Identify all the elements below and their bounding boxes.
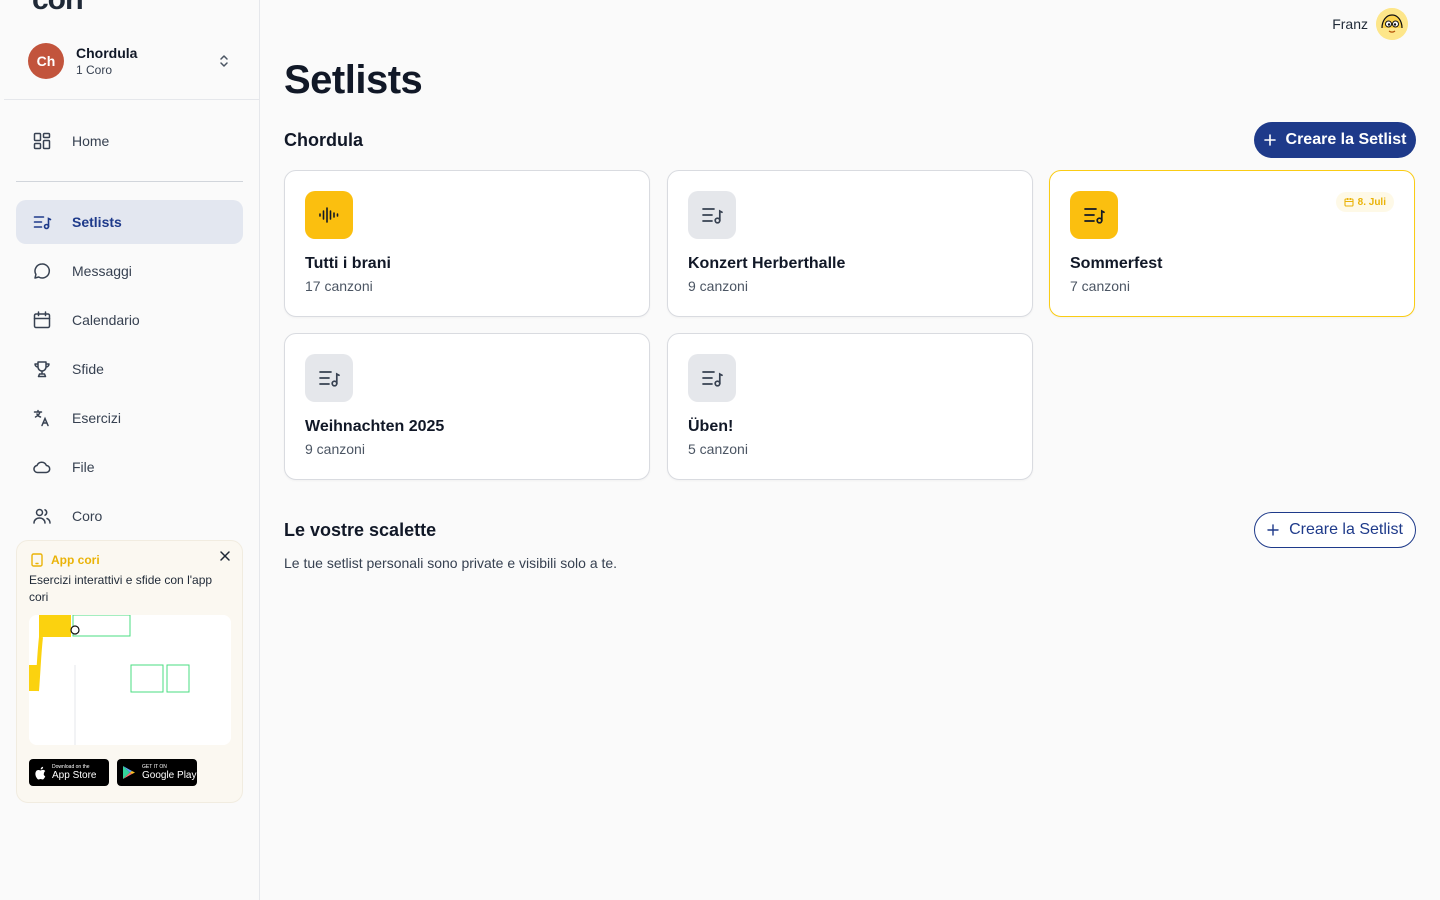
users-icon	[32, 506, 52, 526]
setlist-name: Tutti i brani	[305, 255, 391, 272]
apple-icon	[35, 766, 46, 779]
app-logo[interactable]: cori	[32, 0, 83, 10]
setlist-icon	[1070, 191, 1118, 239]
app-promo-card: App cori Esercizi interattivi e sfide co…	[16, 540, 243, 803]
choir-section-title: Chordula	[284, 130, 363, 150]
sidebar-item-esercizi[interactable]: Esercizi	[16, 396, 243, 440]
sidebar-item-label: File	[72, 459, 95, 475]
plus-icon	[1263, 134, 1276, 146]
setlist-count: 17 canzoni	[305, 278, 373, 294]
org-name: Chordula	[76, 44, 138, 61]
sidebar-item-label: Coro	[72, 508, 103, 524]
exercise-icon	[32, 408, 52, 428]
grid-icon	[32, 131, 52, 151]
sidebar: cori Ch Chordula 1 Coro Home Setlists Me…	[0, 0, 260, 900]
chat-icon	[32, 261, 52, 281]
create-personal-setlist-label: Creare la Setlist	[1289, 521, 1403, 538]
waveform-icon	[305, 191, 353, 239]
sidebar-item-label: Messaggi	[72, 263, 132, 279]
sidebar-item-label: Esercizi	[72, 410, 122, 426]
setlist-icon	[305, 354, 353, 402]
setlist-icon	[688, 191, 736, 239]
setlist-icon	[688, 354, 736, 402]
org-subtitle: 1 Coro	[76, 62, 113, 77]
date-badge: 8. Juli	[1335, 192, 1394, 212]
sidebar-item-coro[interactable]: Coro	[16, 494, 243, 538]
sidebar-item-file[interactable]: File	[16, 445, 243, 489]
create-setlist-label: Creare la Setlist	[1285, 131, 1407, 148]
personal-section-description: Le tue setlist personali sono private e …	[284, 555, 618, 571]
trophy-icon	[32, 359, 52, 379]
setlist-name: Weihnachten 2025	[305, 418, 445, 435]
plus-icon	[1267, 524, 1279, 536]
sidebar-item-setlists[interactable]: Setlists	[16, 200, 243, 244]
calendar-icon	[32, 310, 52, 330]
sidebar-item-label: Calendario	[72, 312, 140, 328]
setlist-card-sommerfest[interactable]: 8. Juli Sommerfest 7 canzoni	[1049, 170, 1415, 317]
cloud-icon	[32, 457, 52, 477]
app-store-button[interactable]: Download on the App Store	[29, 759, 109, 786]
sidebar-item-home[interactable]: Home	[16, 119, 243, 163]
google-play-button[interactable]: GET IT ON Google Play	[117, 759, 197, 786]
phone-icon	[31, 553, 43, 567]
chevron-up-down-icon	[220, 55, 228, 67]
setlist-name: Üben!	[688, 418, 734, 435]
user-menu[interactable]: Franz	[1332, 8, 1408, 40]
date-badge-label: 8. Juli	[1357, 196, 1386, 208]
divider	[16, 181, 243, 182]
sidebar-item-label: Home	[72, 133, 110, 149]
create-personal-setlist-button[interactable]: Creare la Setlist	[1254, 512, 1416, 548]
setlist-name: Konzert Herberthalle	[688, 255, 846, 272]
app-store-big-text: App Store	[52, 770, 97, 781]
org-avatar: Ch	[28, 43, 64, 79]
google-play-big-text: Google Play	[142, 770, 197, 781]
setlist-card-konzert-herberthalle[interactable]: Konzert Herberthalle 9 canzoni	[667, 170, 1033, 317]
setlist-icon	[32, 212, 52, 232]
setlist-name: Sommerfest	[1070, 255, 1163, 272]
sidebar-item-sfide[interactable]: Sfide	[16, 347, 243, 391]
setlist-count: 9 canzoni	[688, 278, 748, 294]
avatar	[1376, 8, 1408, 40]
google-play-icon	[123, 766, 135, 779]
close-icon[interactable]	[218, 549, 232, 563]
sidebar-item-label: Setlists	[72, 214, 122, 230]
page-title: Setlists	[284, 58, 423, 102]
setlist-card-weihnachten-2025[interactable]: Weihnachten 2025 9 canzoni	[284, 333, 650, 480]
personal-section-title: Le vostre scalette	[284, 520, 437, 540]
sidebar-item-label: Sfide	[72, 361, 104, 377]
create-setlist-button[interactable]: Creare la Setlist	[1254, 122, 1416, 158]
calendar-icon	[1344, 198, 1354, 207]
setlist-count: 5 canzoni	[688, 441, 748, 457]
setlist-card-uben[interactable]: Üben! 5 canzoni	[667, 333, 1033, 480]
promo-text: Esercizi interattivi e sfide con l'app c…	[29, 573, 213, 604]
setlist-count: 7 canzoni	[1070, 278, 1130, 294]
user-name: Franz	[1332, 16, 1368, 32]
org-switcher[interactable]: Ch Chordula 1 Coro	[16, 36, 244, 86]
setlist-card-tutti-i-brani[interactable]: Tutti i brani 17 canzoni	[284, 170, 650, 317]
promo-app-preview	[29, 615, 231, 745]
sidebar-item-messaggi[interactable]: Messaggi	[16, 249, 243, 293]
sidebar-item-calendario[interactable]: Calendario	[16, 298, 243, 342]
divider	[4, 99, 259, 100]
setlist-count: 9 canzoni	[305, 441, 365, 457]
promo-title: App cori	[51, 553, 100, 567]
